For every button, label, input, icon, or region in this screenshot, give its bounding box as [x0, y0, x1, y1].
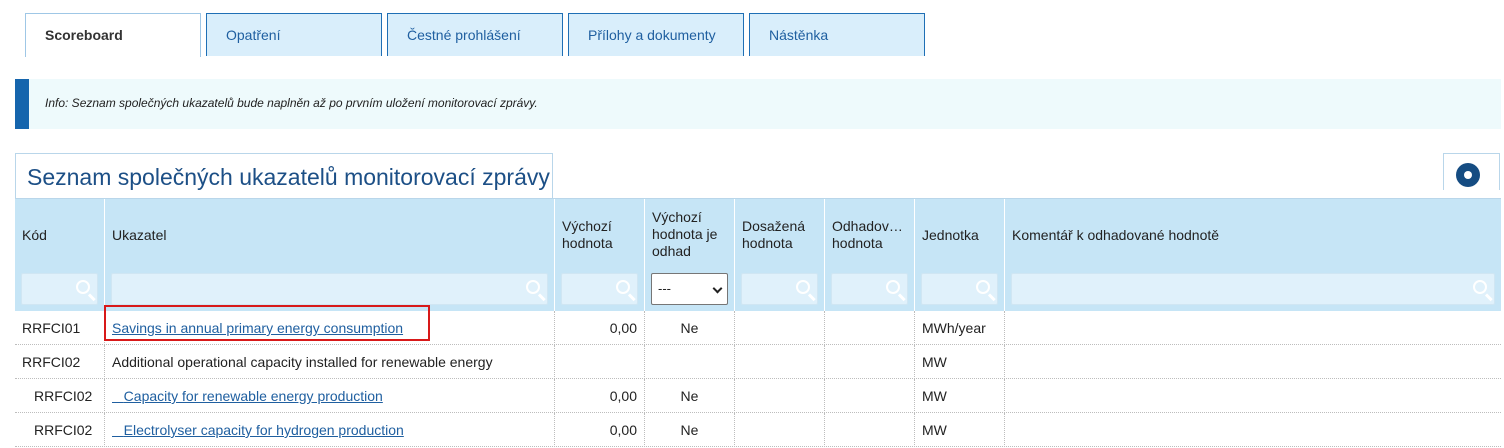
cell-komentar	[1005, 379, 1501, 413]
col-ukazatel[interactable]: Ukazatel	[105, 199, 555, 311]
filter-dosazena-hodnota[interactable]	[741, 273, 818, 305]
cell-odhadovana	[825, 345, 915, 379]
grid-title-panel: Seznam společných ukazatelů monitorovací…	[15, 153, 553, 199]
chevron-down-icon	[712, 283, 723, 294]
col-ukazatel-label: Ukazatel	[112, 227, 167, 243]
cell-vychozi: 0,00	[555, 311, 645, 345]
filter-kod[interactable]	[21, 273, 98, 305]
cell-ukazatel: Capacity for renewable energy production	[105, 379, 555, 413]
cell-odhadovana	[825, 379, 915, 413]
cell-vychozi	[555, 345, 645, 379]
cell-ukazatel: Savings in annual primary energy consump…	[105, 311, 555, 345]
cell-dosazena	[735, 345, 825, 379]
col-vychozi-hodnota[interactable]: Výchozí hodnota	[555, 199, 645, 311]
filter-ukazatel[interactable]	[111, 273, 548, 305]
indicator-link[interactable]: Electrolyser capacity for hydrogen produ…	[112, 422, 404, 438]
cell-kod: RRFCI02	[15, 413, 105, 447]
cell-odhadovana	[825, 413, 915, 447]
col-jednotka-label: Jednotka	[922, 227, 979, 243]
search-icon	[76, 280, 90, 294]
cell-komentar	[1005, 311, 1501, 345]
col-kod[interactable]: Kód	[15, 199, 105, 311]
search-icon	[796, 280, 810, 294]
cell-vychozi: 0,00	[555, 413, 645, 447]
info-text: Info: Seznam společných ukazatelů bude n…	[45, 96, 538, 110]
filter-odhad-value: ---	[658, 281, 671, 296]
tab-cestne-prohlaseni[interactable]: Čestné prohlášení	[387, 13, 563, 56]
table-row: RRFCI02 Electrolyser capacity for hydrog…	[15, 413, 1501, 447]
indicator-link[interactable]: Savings in annual primary energy consump…	[112, 320, 403, 336]
cell-odhad: Ne	[645, 413, 735, 447]
cell-kod: RRFCI01	[15, 311, 105, 345]
col-komentar-label: Komentář k odhadované hodnotě	[1012, 227, 1220, 243]
search-icon	[1473, 280, 1487, 294]
col-odhadovana-hodnota[interactable]: Odhadov… hodnota	[825, 199, 915, 311]
indicator-link[interactable]: Capacity for renewable energy production	[112, 388, 383, 404]
table-row: RRFCI02 Additional operational capacity …	[15, 345, 1501, 379]
col-odhadovana-hodnota-label: Odhadov… hodnota	[832, 218, 903, 251]
col-komentar[interactable]: Komentář k odhadované hodnotě	[1005, 199, 1501, 311]
search-icon	[526, 280, 540, 294]
cell-vychozi: 0,00	[555, 379, 645, 413]
cell-dosazena	[735, 413, 825, 447]
cell-dosazena	[735, 311, 825, 345]
filter-komentar[interactable]	[1011, 273, 1495, 305]
indicators-table: Kód Ukazatel Výchozí hodnota Výchozí hod…	[15, 198, 1501, 447]
col-vychozi-hodnota-label: Výchozí hodnota	[562, 218, 613, 251]
col-vychozi-hodnota-je-odhad[interactable]: Výchozí hodnota je odhad ---	[645, 199, 735, 311]
cell-kod: RRFCI02	[15, 345, 105, 379]
cell-dosazena	[735, 379, 825, 413]
col-jednotka[interactable]: Jednotka	[915, 199, 1005, 311]
tab-scoreboard[interactable]: Scoreboard	[25, 13, 201, 57]
cell-ukazatel: Additional operational capacity installe…	[105, 345, 555, 379]
grid-title: Seznam společných ukazatelů monitorovací…	[27, 164, 550, 190]
table-header: Kód Ukazatel Výchozí hodnota Výchozí hod…	[15, 199, 1501, 311]
filter-odhadovana-hodnota[interactable]	[831, 273, 908, 305]
cell-ukazatel: Electrolyser capacity for hydrogen produ…	[105, 413, 555, 447]
cell-odhadovana	[825, 311, 915, 345]
search-icon	[886, 280, 900, 294]
col-vychozi-hodnota-je-odhad-label: Výchozí hodnota je odhad	[652, 209, 718, 259]
search-icon	[616, 280, 630, 294]
tab-prilohy-a-dokumenty[interactable]: Přílohy a dokumenty	[568, 13, 744, 56]
search-icon	[976, 280, 990, 294]
cell-kod: RRFCI02	[15, 379, 105, 413]
gear-icon[interactable]	[1456, 163, 1480, 187]
col-dosazena-hodnota[interactable]: Dosažená hodnota	[735, 199, 825, 311]
cell-komentar	[1005, 413, 1501, 447]
indicator-link-text[interactable]: Electrolyser capacity for hydrogen produ…	[124, 422, 404, 438]
filter-odhad-select[interactable]: ---	[651, 273, 728, 305]
cell-jednotka: MW	[915, 345, 1005, 379]
cell-jednotka: MW	[915, 413, 1005, 447]
table-row: RRFCI01 Savings in annual primary energy…	[15, 311, 1501, 345]
tab-opatreni[interactable]: Opatření	[206, 13, 382, 56]
col-dosazena-hodnota-label: Dosažená hodnota	[742, 218, 806, 251]
col-kod-label: Kód	[22, 227, 47, 243]
indicator-link-text[interactable]: Capacity for renewable energy production	[124, 388, 383, 404]
filter-jednotka[interactable]	[921, 273, 998, 305]
grid-settings-button[interactable]	[1443, 153, 1500, 190]
filter-vychozi-hodnota[interactable]	[561, 273, 638, 305]
cell-komentar	[1005, 345, 1501, 379]
cell-jednotka: MWh/year	[915, 311, 1005, 345]
cell-odhad: Ne	[645, 311, 735, 345]
cell-odhad	[645, 345, 735, 379]
cell-jednotka: MW	[915, 379, 1005, 413]
tab-nastenka[interactable]: Nástěnka	[749, 13, 925, 56]
cell-odhad: Ne	[645, 379, 735, 413]
table-row: RRFCI02 Capacity for renewable energy pr…	[15, 379, 1501, 413]
info-message: Info: Seznam společných ukazatelů bude n…	[15, 79, 1501, 129]
